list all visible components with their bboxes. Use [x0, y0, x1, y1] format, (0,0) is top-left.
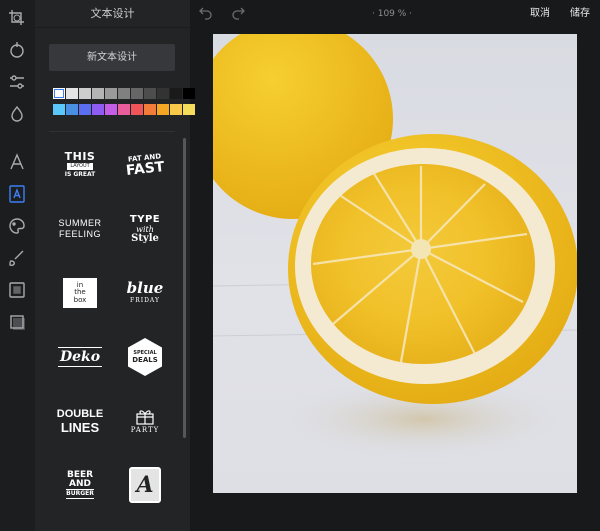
color-swatch[interactable]: [92, 104, 104, 115]
color-swatch-row-grays: [53, 88, 195, 99]
design-line: LAYOUT: [67, 163, 93, 170]
design-deko[interactable]: Deko: [49, 326, 111, 388]
crop-icon[interactable]: [7, 8, 27, 28]
design-line: Style: [131, 232, 159, 244]
color-swatch[interactable]: [118, 88, 130, 99]
color-swatch-row-colors: [53, 104, 195, 115]
design-a-badge[interactable]: A: [114, 454, 176, 516]
new-text-design-button[interactable]: 新文本设计: [49, 44, 175, 71]
design-double-lines[interactable]: DOUBLE LINES: [49, 390, 111, 452]
design-type-with-style[interactable]: TYPE with Style: [114, 198, 176, 260]
tool-rail: [0, 0, 35, 531]
photo-canvas[interactable]: [213, 34, 577, 493]
color-swatch[interactable]: [105, 88, 117, 99]
color-swatch[interactable]: [79, 88, 91, 99]
color-swatch[interactable]: [183, 88, 195, 99]
color-swatch[interactable]: [131, 88, 143, 99]
undo-icon[interactable]: [198, 5, 214, 21]
drop-icon[interactable]: [7, 104, 27, 124]
text-design-icon[interactable]: [7, 184, 27, 204]
design-beer-and-burger[interactable]: BEER AND BURGER: [49, 454, 111, 516]
color-swatch[interactable]: [92, 88, 104, 99]
design-line: box: [73, 295, 87, 304]
overlay-icon[interactable]: [7, 280, 27, 300]
redo-icon[interactable]: [230, 5, 246, 21]
design-line: PARTY: [130, 426, 160, 434]
adjust-sliders-icon[interactable]: [7, 72, 27, 92]
design-blue-friday[interactable]: blue FRIDAY: [114, 262, 176, 324]
color-swatch[interactable]: [170, 88, 182, 99]
design-line: blue: [126, 279, 164, 297]
color-swatch[interactable]: [53, 88, 65, 99]
design-this-layout[interactable]: THIS LAYOUT IS GREAT: [49, 134, 111, 196]
save-button[interactable]: 储存: [570, 0, 590, 28]
color-swatch[interactable]: [183, 104, 195, 115]
design-line: FRIDAY: [130, 297, 160, 304]
gift-box-icon: [136, 410, 154, 425]
color-swatch[interactable]: [105, 104, 117, 115]
design-line: TYPE: [129, 213, 161, 225]
zoom-level: · 109 % ·: [372, 9, 413, 19]
design-line: SUMMER: [58, 218, 102, 228]
color-swatch[interactable]: [157, 88, 169, 99]
design-party[interactable]: PARTY: [114, 390, 176, 452]
color-swatch[interactable]: [170, 104, 182, 115]
design-line: THIS: [64, 150, 96, 163]
top-toolbar: · 109 % · 取消 储存: [190, 0, 600, 28]
design-box: in the box: [63, 278, 97, 308]
color-swatch[interactable]: [144, 88, 156, 99]
paint-palette-icon[interactable]: [7, 216, 27, 236]
design-in-the-box[interactable]: in the box: [49, 262, 111, 324]
design-line: Deko: [57, 347, 103, 367]
color-swatch[interactable]: [53, 104, 65, 115]
design-line: DEALS: [132, 356, 158, 364]
panel-scrollbar[interactable]: [183, 138, 186, 438]
color-swatch[interactable]: [157, 104, 169, 115]
design-line: A: [129, 467, 161, 503]
design-line: DOUBLE: [56, 407, 104, 420]
design-fat-and-fast[interactable]: FAT AND FAST: [114, 134, 176, 196]
color-swatch[interactable]: [118, 104, 130, 115]
frame-icon[interactable]: [7, 312, 27, 332]
panel-title: 文本设计: [35, 0, 190, 28]
design-special-deals[interactable]: SPECIAL DEALS: [114, 326, 176, 388]
design-line: FAST: [125, 159, 165, 179]
cancel-button[interactable]: 取消: [530, 0, 550, 28]
design-line: BURGER: [66, 489, 94, 499]
text-icon[interactable]: [7, 152, 27, 172]
lemon-photo: [213, 34, 577, 493]
text-design-panel: 文本设计 新文本设计 THIS LAYOUT IS GREAT FAT AND …: [35, 0, 195, 531]
color-swatch[interactable]: [144, 104, 156, 115]
color-swatch[interactable]: [79, 104, 91, 115]
brush-icon[interactable]: [7, 248, 27, 268]
color-swatch[interactable]: [66, 88, 78, 99]
color-swatch[interactable]: [66, 104, 78, 115]
design-line: IS GREAT: [64, 171, 96, 178]
panel-divider: [49, 131, 175, 132]
design-line: LINES: [60, 419, 100, 435]
design-line: FEELING: [58, 229, 101, 239]
color-swatch[interactable]: [131, 104, 143, 115]
brightness-icon[interactable]: [7, 40, 27, 60]
design-summer-feeling[interactable]: SUMMER FEELING: [49, 198, 111, 260]
design-line: AND: [69, 479, 91, 489]
